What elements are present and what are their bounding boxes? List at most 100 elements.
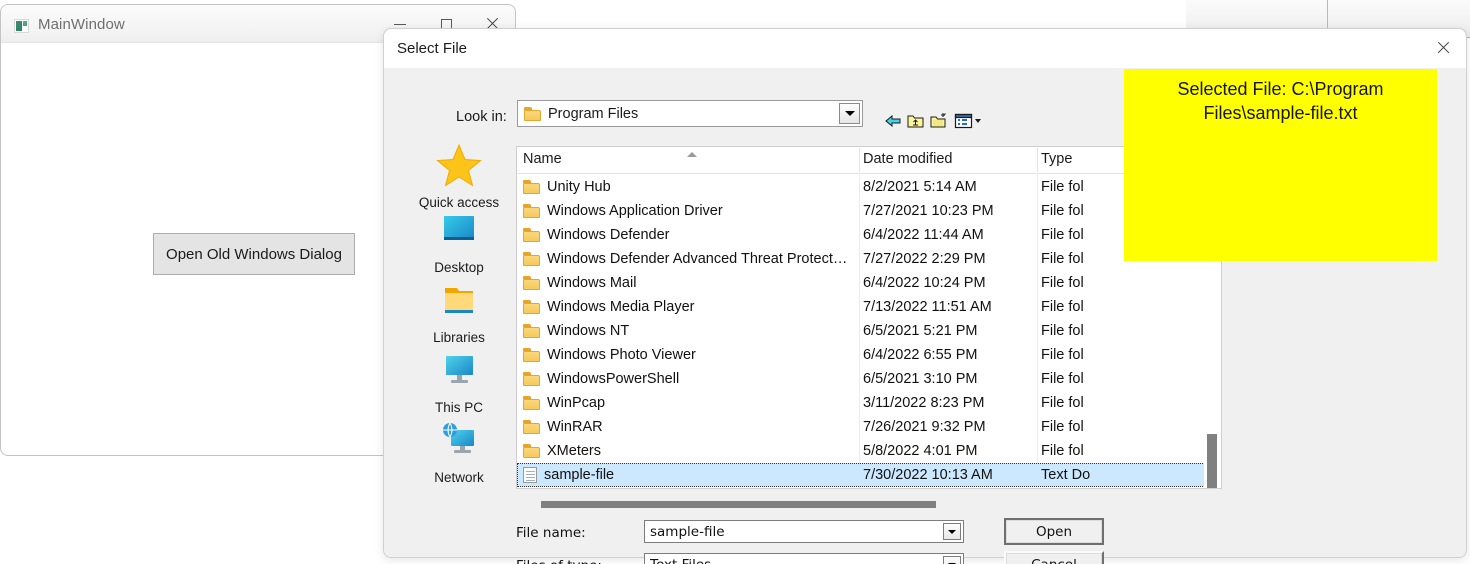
table-row[interactable]: WindowsPowerShell 6/5/2021 3:10 PM File fo… xyxy=(517,367,1221,391)
table-row[interactable]: XMeters 5/8/2022 4:01 PM File fol xyxy=(517,439,1221,463)
table-row[interactable]: Windows Defender Advanced Threat Protect… xyxy=(517,247,1221,271)
file-name-text: WinPcap xyxy=(547,395,606,411)
cell-name: Windows Defender xyxy=(523,227,670,243)
vertical-scrollbar-thumb[interactable] xyxy=(1207,434,1217,488)
place-network[interactable]: Network xyxy=(398,421,520,485)
place-desktop[interactable]: Desktop xyxy=(398,211,520,275)
file-name-text: sample-file xyxy=(544,467,615,483)
folder-icon xyxy=(523,348,540,362)
folder-icon xyxy=(524,106,541,121)
folder-icon xyxy=(523,228,540,242)
chevron-down-icon xyxy=(948,529,956,534)
selected-file-text: Selected File: C:\Program Files\sample-f… xyxy=(1177,79,1389,124)
cell-type: File fol xyxy=(1041,203,1084,219)
table-row[interactable]: WinPcap 3/11/2022 8:23 PM File fol xyxy=(517,391,1221,415)
place-label: Desktop xyxy=(434,260,484,275)
open-old-windows-dialog-button[interactable]: Open Old Windows Dialog xyxy=(153,233,355,275)
cell-type: File fol xyxy=(1041,299,1084,315)
table-row[interactable]: Windows Application Driver 7/27/2021 10:2… xyxy=(517,199,1221,223)
file-name-text: XMeters xyxy=(547,443,601,459)
files-of-type-dropdown-button[interactable] xyxy=(943,556,961,564)
look-in-combo[interactable]: Program Files xyxy=(517,100,863,127)
file-list-horizontal-scrollbar[interactable] xyxy=(516,496,1222,512)
cell-type: File fol xyxy=(1041,443,1084,459)
dialog-title: Select File xyxy=(397,40,468,57)
horizontal-scrollbar-thumb[interactable] xyxy=(541,501,936,508)
column-header-date-modified[interactable]: Date modified xyxy=(863,151,952,167)
table-row[interactable]: Windows Media Player 7/13/2022 11:51 AM Fi… xyxy=(517,295,1221,319)
cell-date-modified: 5/8/2022 4:01 PM xyxy=(863,443,978,459)
table-row[interactable]: Windows Mail 6/4/2022 10:24 PM File fol xyxy=(517,271,1221,295)
folder-icon xyxy=(523,276,540,290)
table-row[interactable]: Windows Defender 6/4/2022 11:44 AM File fo… xyxy=(517,223,1221,247)
sort-ascending-icon xyxy=(687,152,697,157)
look-in-value: Program Files xyxy=(548,105,639,122)
view-menu-icon xyxy=(954,113,981,129)
file-name-text: Windows Defender Advanced Threat Protect… xyxy=(547,251,848,267)
folder-icon xyxy=(523,180,540,194)
cell-date-modified: 8/2/2021 5:14 AM xyxy=(863,179,977,195)
back-button[interactable] xyxy=(884,112,902,135)
file-name-text: Unity Hub xyxy=(547,179,611,195)
open-button[interactable]: Open xyxy=(1004,518,1104,545)
place-quick-access[interactable]: Quick access xyxy=(398,142,520,210)
file-list[interactable]: Name Date modified Type Unity Hub 8/2/202… xyxy=(516,146,1222,489)
cell-date-modified: 6/4/2022 6:55 PM xyxy=(863,347,978,363)
cell-date-modified: 7/26/2021 9:32 PM xyxy=(863,419,986,435)
libraries-folder-icon xyxy=(445,288,473,313)
column-header-type[interactable]: Type xyxy=(1041,151,1072,167)
minimize-icon xyxy=(394,23,406,25)
cell-date-modified: 7/13/2022 11:51 AM xyxy=(863,299,992,315)
cell-date-modified: 7/30/2022 10:13 AM xyxy=(863,467,993,483)
cancel-button[interactable]: Cancel xyxy=(1004,551,1104,564)
column-header-name[interactable]: Name xyxy=(523,151,562,167)
cell-type: File fol xyxy=(1041,419,1084,435)
table-row[interactable]: Windows Photo Viewer 6/4/2022 6:55 PM File… xyxy=(517,343,1221,367)
folder-icon xyxy=(523,300,540,314)
table-row[interactable]: Windows NT 6/5/2021 5:21 PM File fol xyxy=(517,319,1221,343)
table-row[interactable]: Unity Hub 8/2/2021 5:14 AM File fol xyxy=(517,175,1221,199)
file-name-text: Windows Mail xyxy=(547,275,637,291)
view-menu-button[interactable] xyxy=(954,112,984,135)
star-icon xyxy=(436,143,482,187)
look-in-label: Look in: xyxy=(456,109,507,125)
up-folder-icon xyxy=(907,115,924,128)
cell-name: Windows Defender Advanced Threat Protect… xyxy=(523,251,847,267)
text-document-icon xyxy=(523,467,537,483)
look-in-dropdown-button[interactable] xyxy=(839,103,860,124)
place-label: Quick access xyxy=(418,195,500,210)
place-label: Network xyxy=(434,470,484,485)
place-this-pc[interactable]: This PC xyxy=(398,351,520,415)
cell-name: WinRAR xyxy=(523,419,603,435)
file-name-text: Windows Defender xyxy=(547,227,670,243)
cell-type: File fol xyxy=(1041,227,1084,243)
cell-name: XMeters xyxy=(523,443,601,459)
up-one-level-button[interactable] xyxy=(906,112,925,135)
cell-name: Windows Application Driver xyxy=(523,203,723,219)
folder-icon xyxy=(523,444,540,458)
cell-type: File fol xyxy=(1041,371,1084,387)
new-folder-icon xyxy=(930,113,946,128)
file-name-label: File name: xyxy=(516,525,586,541)
create-new-folder-button[interactable] xyxy=(929,112,949,135)
cell-name: Windows Mail xyxy=(523,275,636,291)
file-name-text: Windows Application Driver xyxy=(547,203,723,219)
cell-date-modified: 7/27/2022 2:29 PM xyxy=(863,251,986,267)
file-name-input[interactable]: sample-file xyxy=(644,520,964,543)
places-bar: Quick access Desktop Libraries This PC N… xyxy=(398,142,520,492)
table-row[interactable]: WinRAR 7/26/2021 9:32 PM File fol xyxy=(517,415,1221,439)
dialog-close-button[interactable] xyxy=(1420,29,1466,67)
cell-date-modified: 6/5/2021 5:21 PM xyxy=(863,323,978,339)
place-libraries[interactable]: Libraries xyxy=(398,281,520,345)
file-name-text: Windows Photo Viewer xyxy=(547,347,696,363)
dialog-titlebar[interactable]: Select File xyxy=(384,29,1466,68)
files-of-type-value: Text Files xyxy=(650,557,711,564)
cell-name: WinPcap xyxy=(523,395,605,411)
cell-type: File fol xyxy=(1041,395,1084,411)
table-row[interactable]: sample-file 7/30/2022 10:13 AM Text Do xyxy=(517,463,1221,487)
files-of-type-select[interactable]: Text Files xyxy=(644,553,964,564)
cell-date-modified: 6/4/2022 11:44 AM xyxy=(863,227,984,243)
selected-file-panel: Selected File: C:\Program Files\sample-f… xyxy=(1124,69,1437,261)
cell-type: File fol xyxy=(1041,179,1084,195)
file-name-dropdown-button[interactable] xyxy=(943,523,961,540)
